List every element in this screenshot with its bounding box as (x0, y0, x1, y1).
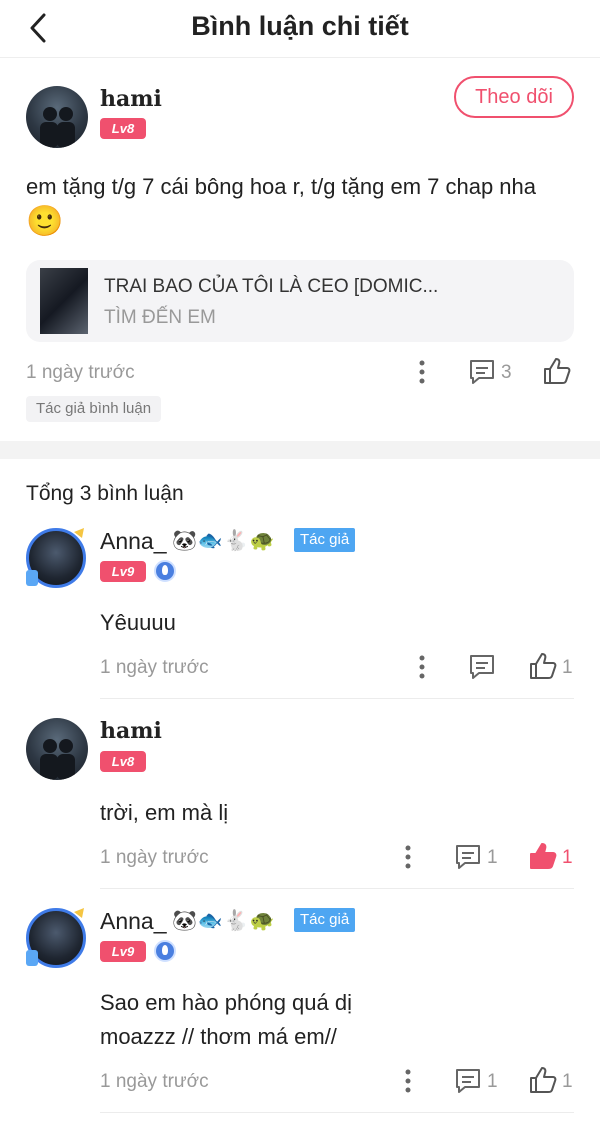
book-subtitle: TÌM ĐẾN EM (104, 307, 216, 328)
reply-count: 1 (487, 847, 498, 868)
thumbs-up-filled-icon[interactable] (528, 841, 558, 871)
reply-author-name[interactable]: Anna_ (100, 528, 167, 555)
reply-text: trời, em mà lị (100, 800, 229, 825)
more-options-icon[interactable] (398, 1067, 418, 1095)
author-emoji-icons: 🐼🐟🐇🐢 (172, 910, 276, 932)
level-badge: Lv9 (100, 561, 146, 582)
follow-button[interactable]: Theo dõi (454, 76, 574, 118)
avatar[interactable] (26, 718, 88, 780)
row-separator (100, 888, 574, 889)
author-emoji-icons: 🐼🐟🐇🐢 (172, 530, 276, 552)
avatar[interactable] (24, 526, 90, 592)
level-badge: Lv9 (100, 941, 146, 962)
verified-badge-icon (154, 940, 176, 962)
more-options-icon[interactable] (412, 358, 432, 386)
book-cover (40, 268, 88, 334)
thumbs-up-icon[interactable] (528, 651, 558, 681)
row-separator (100, 1112, 574, 1113)
post-time: 1 ngày trước (26, 362, 135, 383)
like-count: 1 (562, 847, 573, 868)
comment-icon[interactable] (468, 358, 496, 386)
book-title: TRAI BAO CỦA TÔI LÀ CEO [DOMIC... (104, 276, 439, 297)
smile-emoji-icon: 🙂 (26, 205, 64, 238)
like-count: 1 (562, 657, 573, 678)
avatar[interactable] (26, 86, 88, 148)
page-title: Bình luận chi tiết (191, 11, 409, 41)
comment-icon[interactable] (454, 1067, 482, 1095)
more-options-icon[interactable] (398, 843, 418, 871)
reply-time: 1 ngày trước (100, 657, 209, 678)
top-bar: Bình luận chi tiết (0, 0, 600, 58)
reply-time: 1 ngày trước (100, 1071, 209, 1092)
reply-author-name[interactable]: hami (100, 718, 162, 744)
comment-icon[interactable] (454, 843, 482, 871)
section-divider (0, 441, 600, 459)
book-card[interactable]: TRAI BAO CỦA TÔI LÀ CEO [DOMIC... TÌM ĐẾ… (26, 260, 574, 342)
post-author-name[interactable]: hami (100, 86, 162, 112)
verified-badge-icon (154, 560, 176, 582)
thumbs-up-icon[interactable] (528, 1065, 558, 1095)
reply-time: 1 ngày trước (100, 847, 209, 868)
author-tag: Tác giả (294, 908, 356, 932)
reply-text-line-1: Sao em hào phóng quá dị (100, 990, 352, 1015)
level-badge: Lv8 (100, 751, 146, 772)
avatar-decoration-icon (26, 528, 84, 586)
reply-text: Yêuuuu (100, 610, 176, 635)
reply-count: 1 (487, 1071, 498, 1092)
avatar[interactable] (24, 906, 90, 972)
author-tag: Tác giả (294, 528, 356, 552)
post-text: em tặng t/g 7 cái bông hoa r, t/g tặng e… (26, 174, 537, 199)
reply-text-line-2: moazzz // thơm má em// (100, 1024, 337, 1049)
comment-icon[interactable] (468, 653, 496, 681)
author-comment-tag: Tác giả bình luận (26, 396, 162, 422)
like-count: 1 (562, 1071, 573, 1092)
thumbs-up-icon[interactable] (542, 356, 572, 386)
row-separator (100, 698, 574, 699)
avatar-decoration-icon (26, 908, 84, 966)
level-badge: Lv8 (100, 118, 146, 139)
reply-author-name[interactable]: Anna_ (100, 908, 167, 935)
more-options-icon[interactable] (412, 653, 432, 681)
reply-count: 3 (501, 362, 512, 383)
avatar-silhouette-icon (40, 739, 75, 780)
total-comments-heading: Tổng 3 bình luận (26, 482, 184, 505)
avatar-silhouette-icon (40, 107, 75, 148)
